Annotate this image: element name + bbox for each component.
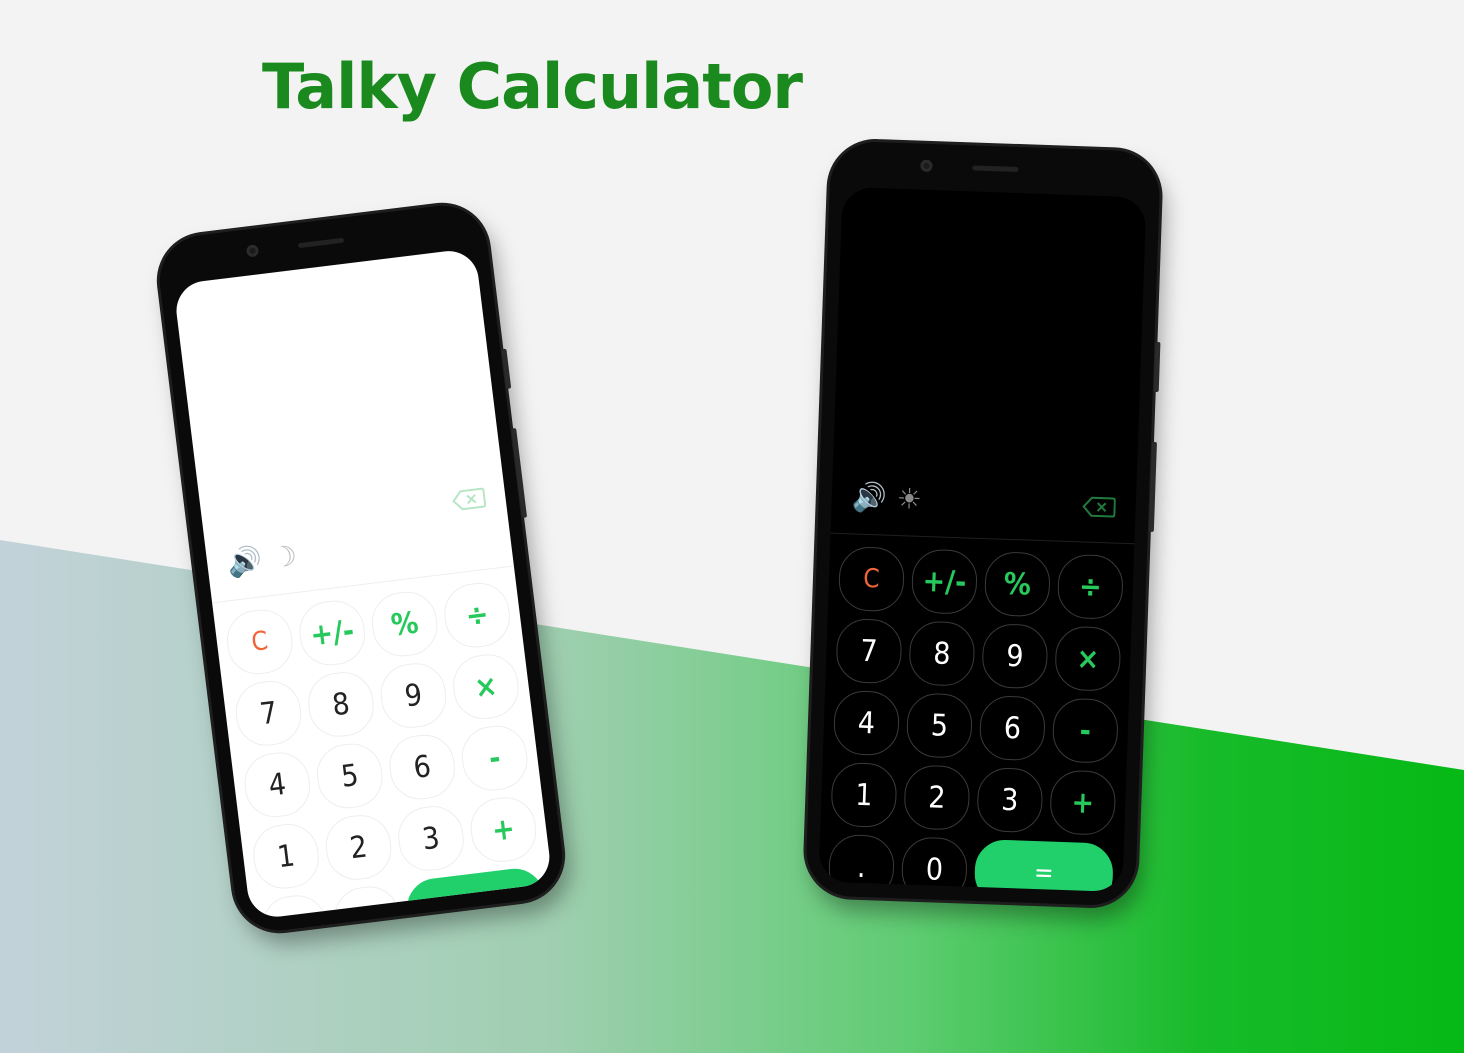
earpiece — [972, 165, 1019, 173]
sign-toggle-button[interactable]: +/- — [910, 548, 979, 615]
earpiece — [297, 237, 345, 249]
digit-4-button[interactable]: 4 — [832, 689, 901, 757]
calculator-screen-light: 🔊 ☽ C +/- % ÷ 7 8 9 × 4 5 6 - 1 2 3 + . … — [173, 247, 553, 921]
digit-3-button[interactable]: 3 — [976, 766, 1044, 834]
digit-4-button[interactable]: 4 — [241, 749, 314, 821]
digit-2-button[interactable]: 2 — [322, 811, 395, 884]
speaker-icon[interactable]: 🔊 — [225, 543, 264, 580]
percent-button[interactable]: % — [368, 588, 441, 660]
decimal-button[interactable]: . — [258, 892, 332, 921]
speaker-icon[interactable]: 🔊 — [851, 480, 887, 514]
phone-dark-mockup: 🔊 ☀ C +/- % ÷ 7 8 9 × 4 5 6 - 1 2 3 + . … — [804, 140, 1162, 907]
digit-7-button[interactable]: 7 — [232, 677, 305, 750]
digit-1-button[interactable]: 1 — [830, 761, 898, 829]
divide-button[interactable]: ÷ — [440, 579, 514, 651]
display-tools: 🔊 ☀ — [851, 480, 922, 516]
divide-button[interactable]: ÷ — [1056, 553, 1124, 620]
decimal-button[interactable]: . — [827, 833, 896, 893]
keypad: C +/- % ÷ 7 8 9 × 4 5 6 - 1 2 3 + . 0 = — [818, 534, 1134, 893]
multiply-button[interactable]: × — [449, 650, 523, 723]
calculator-screen-dark: 🔊 ☀ C +/- % ÷ 7 8 9 × 4 5 6 - 1 2 3 + . … — [818, 186, 1147, 893]
add-button[interactable]: + — [467, 793, 540, 866]
digit-8-button[interactable]: 8 — [908, 620, 976, 687]
digit-3-button[interactable]: 3 — [394, 802, 468, 875]
power-button — [511, 428, 528, 518]
display-area: 🔊 ☀ — [831, 187, 1147, 543]
sign-toggle-button[interactable]: +/- — [296, 597, 369, 669]
digit-6-button[interactable]: 6 — [386, 731, 459, 803]
clear-button[interactable]: C — [837, 546, 906, 613]
sun-icon[interactable]: ☀ — [896, 482, 922, 516]
add-button[interactable]: + — [1049, 769, 1117, 836]
volume-button — [1153, 341, 1161, 393]
digit-1-button[interactable]: 1 — [249, 820, 323, 893]
digit-8-button[interactable]: 8 — [304, 668, 378, 741]
display-tools: 🔊 ☽ — [225, 539, 299, 580]
backspace-icon[interactable] — [450, 486, 487, 512]
digit-9-button[interactable]: 9 — [377, 659, 450, 732]
front-camera — [920, 159, 933, 173]
digit-5-button[interactable]: 5 — [905, 692, 974, 759]
moon-icon[interactable]: ☽ — [270, 539, 299, 575]
clear-button[interactable]: C — [223, 606, 296, 678]
digit-0-button[interactable]: 0 — [900, 836, 968, 893]
digit-0-button[interactable]: 0 — [331, 883, 404, 921]
digit-7-button[interactable]: 7 — [835, 617, 903, 685]
digit-9-button[interactable]: 9 — [981, 623, 1049, 690]
backspace-icon[interactable] — [1081, 495, 1116, 518]
equals-button[interactable]: = — [973, 838, 1114, 893]
front-camera — [245, 244, 260, 258]
power-button — [1148, 441, 1157, 532]
digit-5-button[interactable]: 5 — [313, 740, 386, 812]
digit-2-button[interactable]: 2 — [903, 764, 971, 831]
subtract-button[interactable]: - — [1051, 697, 1119, 764]
digit-6-button[interactable]: 6 — [978, 695, 1046, 762]
subtract-button[interactable]: - — [458, 722, 531, 794]
keypad: C +/- % ÷ 7 8 9 × 4 5 6 - 1 2 3 + . 0 = — [212, 566, 553, 921]
multiply-button[interactable]: × — [1054, 625, 1122, 692]
app-title: Talky Calculator — [262, 50, 803, 123]
display-area: 🔊 ☽ — [173, 248, 514, 603]
volume-button — [501, 348, 512, 389]
percent-button[interactable]: % — [983, 551, 1051, 618]
